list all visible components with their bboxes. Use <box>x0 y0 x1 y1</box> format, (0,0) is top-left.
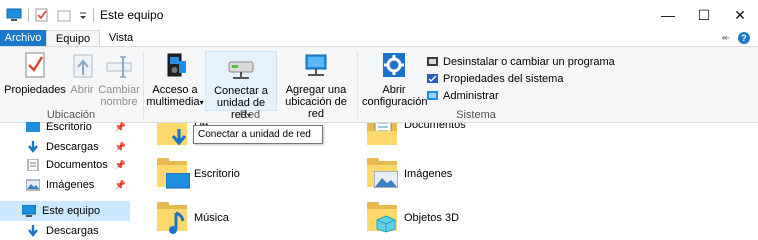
pin-icon[interactable]: 📌 <box>115 122 126 133</box>
new-folder-icon[interactable] <box>57 8 73 22</box>
media-access-button[interactable]: Acceso a multimedia▾ <box>146 51 204 109</box>
pin-icon[interactable]: 📌 <box>115 142 126 153</box>
folder-label: Música <box>194 212 229 224</box>
folder-label: Imágenes <box>404 168 453 180</box>
title-bar: Este equipo — ☐ ✕ <box>0 0 758 30</box>
folder-icon <box>156 201 190 235</box>
rename-label-2: nombre <box>100 96 138 108</box>
folder-icon <box>156 123 190 149</box>
desktop-icon <box>26 121 40 133</box>
download-arrow-icon <box>26 141 40 153</box>
add-network-location-label-1: Agregar una <box>285 84 347 96</box>
minimize-button[interactable]: — <box>650 0 686 30</box>
uninstall-program-button[interactable]: Desinstalar o cambiar un programa <box>426 53 615 70</box>
tab-archivo[interactable]: Archivo <box>0 30 46 46</box>
group-red: Acceso a multimedia▾ Conectar a unidad d… <box>144 47 356 123</box>
nav-item-label: Descargas <box>46 141 99 153</box>
maximize-button[interactable]: ☐ <box>686 0 722 30</box>
nav-item-este-equipo[interactable]: Este equipo <box>0 201 130 221</box>
properties-button[interactable]: Propiedades <box>4 51 66 96</box>
open-label: Abrir <box>70 84 94 96</box>
dropdown-arrow-icon: ▾ <box>199 98 204 107</box>
folder-escritorio[interactable]: Escritorio <box>156 157 240 191</box>
tab-bar-right: ↞ ? <box>722 30 750 46</box>
properties-icon <box>19 51 51 81</box>
computer-icon <box>21 204 37 217</box>
system-properties-label: Propiedades del sistema <box>443 72 564 85</box>
open-button[interactable]: Abrir <box>66 51 98 96</box>
folder-label: Escritorio <box>194 168 240 180</box>
open-settings-button[interactable]: Abrir configuración <box>362 51 428 108</box>
rename-button[interactable]: Cambiar nombre <box>98 51 140 108</box>
open-settings-label-1: Abrir <box>382 84 406 96</box>
nav-item-descargas[interactable]: Descargas 📌 <box>0 137 130 157</box>
rename-icon <box>103 51 135 81</box>
map-network-drive-button[interactable]: Conectar a unidad de red▾ <box>205 51 277 121</box>
folder-documentos[interactable]: Documentos <box>366 123 466 149</box>
system-properties-icon <box>426 72 439 85</box>
nav-item-descargas-pc[interactable]: Descargas <box>0 221 130 240</box>
nav-item-imagenes[interactable]: Imágenes 📌 <box>0 175 130 195</box>
pictures-icon <box>25 179 41 191</box>
gear-icon <box>378 51 410 81</box>
add-network-location-icon <box>300 51 332 81</box>
media-access-icon <box>159 51 191 81</box>
folder-objetos-3d[interactable]: Objetos 3D <box>366 201 459 235</box>
download-arrow-icon <box>26 225 40 237</box>
separator <box>93 8 94 22</box>
tab-equipo[interactable]: Equipo <box>46 30 100 46</box>
uninstall-program-label: Desinstalar o cambiar un programa <box>443 55 615 68</box>
tab-vista[interactable]: Vista <box>100 30 142 46</box>
tooltip-map-network-drive: Conectar a unidad de red <box>193 125 323 144</box>
folder-icon <box>156 157 190 191</box>
properties-label: Propiedades <box>4 84 66 96</box>
pin-icon[interactable]: 📌 <box>115 160 126 171</box>
pin-icon[interactable]: 📌 <box>115 180 126 191</box>
collapse-ribbon-icon[interactable]: ↞ <box>722 33 730 44</box>
nav-item-escritorio[interactable]: Escritorio 📌 <box>0 117 130 137</box>
help-icon[interactable]: ? <box>738 32 750 44</box>
nav-item-label: Escritorio <box>46 121 92 133</box>
folder-icon <box>366 123 400 149</box>
folder-icon <box>366 157 400 191</box>
ribbon: Propiedades Abrir Cambiar nombre Ubicaci… <box>0 46 758 123</box>
manage-label: Administrar <box>443 89 499 102</box>
uninstall-program-icon <box>426 55 439 68</box>
folder-musica[interactable]: Música <box>156 201 229 235</box>
group-label-red: Red <box>239 109 261 121</box>
rename-label-1: Cambiar <box>98 84 140 96</box>
documents-icon <box>26 158 40 172</box>
window-title: Este equipo <box>100 8 164 22</box>
nav-item-label: Imágenes <box>46 179 95 191</box>
sistema-small-buttons: Desinstalar o cambiar un programa Propie… <box>426 53 615 104</box>
quick-access-toolbar <box>0 0 94 30</box>
computer-icon[interactable] <box>6 8 22 22</box>
network-drive-icon <box>225 52 257 82</box>
manage-icon <box>426 89 439 102</box>
folder-icon <box>366 201 400 235</box>
nav-item-label: Este equipo <box>42 205 101 217</box>
close-button[interactable]: ✕ <box>722 0 758 30</box>
separator <box>28 8 29 22</box>
folder-label: Objetos 3D <box>404 212 460 224</box>
open-settings-label-2: configuración <box>362 96 428 108</box>
group-label-sistema: Sistema <box>456 109 496 121</box>
properties-check-icon[interactable] <box>35 8 51 22</box>
folder-imagenes[interactable]: Imágenes <box>366 157 452 191</box>
media-access-label-2: multimedia <box>146 96 200 108</box>
nav-item-label: Documentos <box>46 159 108 171</box>
folder-label: Documentos <box>404 123 466 131</box>
system-properties-button[interactable]: Propiedades del sistema <box>426 70 615 87</box>
window-controls: — ☐ ✕ <box>650 0 758 30</box>
customize-toolbar-dropdown-icon[interactable] <box>79 8 87 22</box>
group-ubicacion: Propiedades Abrir Cambiar nombre Ubicaci… <box>0 47 142 123</box>
navigation-pane: Escritorio 📌 Descargas 📌 Documentos 📌 Im… <box>0 121 148 240</box>
nav-item-documentos[interactable]: Documentos 📌 <box>0 155 130 175</box>
nav-item-label: Descargas <box>46 225 99 237</box>
open-icon <box>66 51 98 81</box>
manage-button[interactable]: Administrar <box>426 87 615 104</box>
ribbon-tabs: Archivo Equipo Vista ↞ ? <box>0 30 758 46</box>
map-network-drive-label-1: Conectar a <box>214 85 268 97</box>
media-access-label-1: Acceso a <box>152 84 198 96</box>
